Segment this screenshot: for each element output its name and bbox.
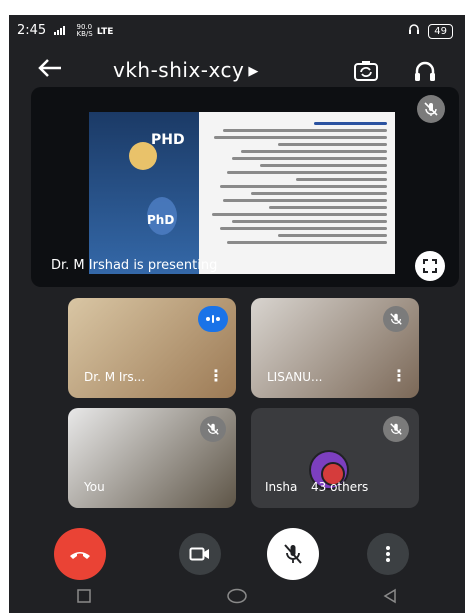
net-speed: 90.0 KB/S — [76, 23, 93, 38]
participant-name: Dr. M Irs... — [84, 370, 146, 384]
network-type: LTE — [96, 27, 114, 37]
recents-icon[interactable] — [76, 588, 92, 608]
fullscreen-icon[interactable] — [415, 251, 445, 281]
slide-image: PHD PhD — [89, 112, 199, 274]
participant-name: You — [84, 480, 105, 494]
participant-name: Insha — [265, 480, 298, 494]
mic-off-icon — [383, 416, 409, 442]
slide-text-phd-2: PhD — [147, 213, 175, 227]
slide-text-phd: PHD — [151, 132, 185, 148]
presentation-tile[interactable]: PHD PhD Dr. M Irshad is presenting — [31, 87, 459, 287]
back-nav-icon[interactable] — [382, 588, 398, 608]
meeting-code[interactable]: vkh-shix-xcy ▶ — [113, 58, 259, 82]
system-nav-bar — [9, 583, 465, 613]
presenting-label: Dr. M Irshad is presenting — [51, 258, 218, 273]
shared-slide: PHD PhD — [89, 112, 395, 274]
battery-indicator: 49 — [428, 23, 453, 39]
meeting-code-text: vkh-shix-xcy — [113, 58, 245, 82]
more-options-button[interactable] — [367, 533, 409, 575]
net-speed-unit: KB/S — [76, 29, 93, 38]
more-vert-icon[interactable]: ⋮ — [391, 368, 407, 384]
camera-toggle-button[interactable] — [179, 533, 221, 575]
slide-text-lines — [205, 118, 387, 248]
home-icon[interactable] — [226, 588, 248, 608]
others-count: 43 others — [311, 480, 369, 494]
mic-off-icon — [200, 416, 226, 442]
signal-icon — [54, 25, 68, 37]
mic-toggle-button[interactable] — [267, 528, 319, 580]
status-time: 2:45 — [17, 23, 47, 38]
more-vert-icon[interactable]: ⋮ — [208, 368, 224, 384]
participant-tile[interactable]: Dr. M Irs... ⋮ — [68, 298, 236, 398]
headset-small-icon — [408, 23, 420, 39]
call-controls — [9, 523, 465, 583]
speaking-indicator-icon — [198, 306, 228, 332]
end-call-button[interactable] — [54, 528, 106, 580]
others-tile[interactable]: Insha 43 others — [251, 408, 419, 508]
participant-tile[interactable]: LISANU... ⋮ — [251, 298, 419, 398]
status-right: 49 — [408, 23, 453, 39]
status-left: 2:45 90.0 KB/S LTE — [17, 23, 113, 38]
back-arrow-icon[interactable] — [37, 57, 63, 85]
switch-camera-icon[interactable] — [353, 59, 379, 87]
phone-screen: 2:45 90.0 KB/S LTE 49 vkh-shix-xcy ▶ PHD… — [9, 15, 465, 613]
mic-off-icon — [383, 306, 409, 332]
audio-output-icon[interactable] — [413, 59, 437, 87]
mic-off-icon — [417, 95, 445, 123]
participant-name: LISANU... — [267, 370, 323, 384]
caret-right-icon: ▶ — [248, 64, 259, 79]
status-bar: 2:45 90.0 KB/S LTE 49 — [9, 15, 465, 45]
self-tile[interactable]: You — [68, 408, 236, 508]
